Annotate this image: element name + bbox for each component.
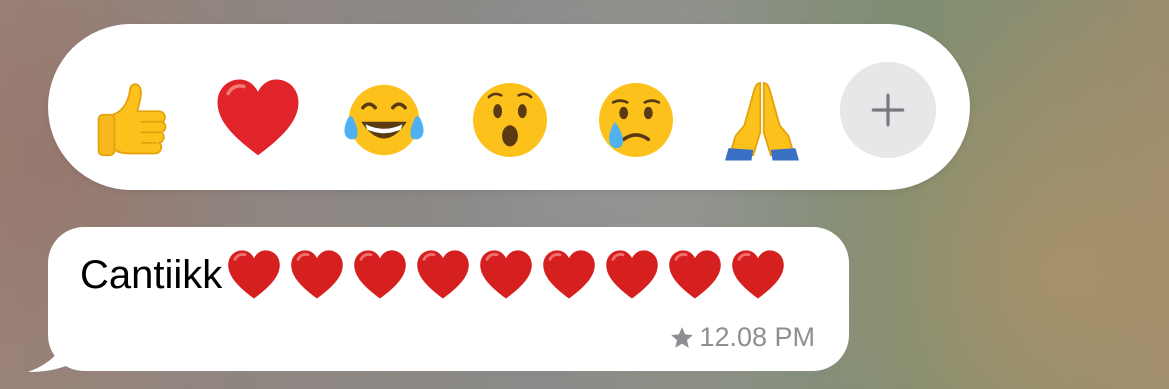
thumbs-up-icon[interactable] xyxy=(86,74,178,166)
reaction-picker xyxy=(48,24,970,190)
message-meta: 12.08 PM xyxy=(669,322,815,353)
heart-emoji-icon xyxy=(480,250,533,299)
plus-icon xyxy=(871,93,905,127)
heart-emoji-icon xyxy=(354,250,407,299)
heart-emojis xyxy=(224,247,791,303)
red-heart-icon[interactable] xyxy=(212,74,304,166)
message-body: Cantiikk xyxy=(80,247,791,303)
message-text: Cantiikk xyxy=(80,253,223,297)
message-time: 12.08 PM xyxy=(699,322,815,352)
add-reaction-button[interactable] xyxy=(840,62,936,158)
heart-emoji-icon xyxy=(228,250,281,299)
heart-emoji-icon xyxy=(291,250,344,299)
star-icon xyxy=(671,326,694,348)
heart-emoji-icon xyxy=(417,250,470,299)
heart-emoji-icon xyxy=(543,250,596,299)
heart-emoji-icon xyxy=(606,250,659,299)
heart-emoji-icon xyxy=(732,250,785,299)
message-bubble[interactable]: Cantiikk 12.08 PM xyxy=(48,227,849,371)
surprised-face-icon[interactable] xyxy=(464,74,556,166)
crying-face-icon[interactable] xyxy=(590,74,682,166)
heart-emoji-icon xyxy=(669,250,722,299)
folded-hands-icon[interactable] xyxy=(716,74,808,166)
tears-of-joy-icon[interactable] xyxy=(338,74,430,166)
